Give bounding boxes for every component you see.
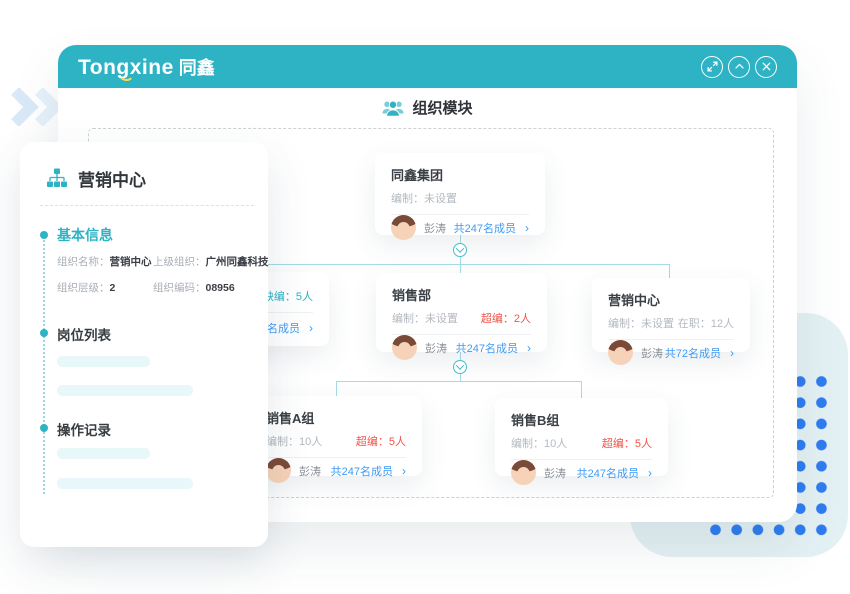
quota-label: 编制：10人 [511,435,567,451]
status-badge: 超编：2人 [481,310,531,326]
avatar [511,460,536,485]
dashed-divider [40,205,254,206]
info-field: 组织名称：营销中心 [57,254,153,269]
placeholder-bar [57,356,150,367]
quota-label: 编制：10人 [266,433,322,449]
members-link[interactable]: 共247名成员 › [331,463,406,479]
window-controls [701,56,777,78]
expand-button[interactable] [701,56,723,78]
brand-logo: Tongxine 同鑫 [78,54,215,80]
decor-chevrons-icon [10,88,60,126]
chevron-right-icon: › [309,322,313,334]
status-badge: 超编：5人 [602,435,652,451]
dotted-guide-line [43,240,45,494]
info-field: 组织编码：08956 [153,280,257,295]
close-button[interactable] [755,56,777,78]
expand-icon [707,61,718,72]
org-tree-icon [46,168,68,189]
chevron-right-icon: › [730,347,734,359]
bullet-icon [40,329,48,337]
member-name: 彭涛 [424,220,446,236]
tree-toggle-node[interactable] [453,360,467,374]
close-icon [761,61,772,72]
section-heading-basic: 基本信息 [57,225,113,245]
members-link[interactable]: 共247名成员 › [456,340,531,356]
page-title: 组织模块 [412,97,472,118]
chevron-right-icon: › [402,465,406,477]
collapse-button[interactable] [728,56,750,78]
org-card-group[interactable]: 同鑫集团 编制：未设置 彭涛 共247名成员 › [375,153,545,235]
status-badge: 超编：5人 [356,433,406,449]
team-icon [382,98,404,117]
panel-title: 营销中心 [78,166,146,191]
member-name: 彭涛 [299,463,321,479]
module-title-bar: 组织模块 [58,97,797,118]
connector-line [336,381,337,397]
connector-line [669,264,670,279]
chevron-up-icon [734,61,745,72]
connector-line [336,381,582,382]
placeholder-bar [57,478,193,489]
chevron-right-icon: › [525,222,529,234]
card-title: 销售A组 [266,408,406,427]
bullet-icon [40,231,48,239]
card-title: 销售部 [392,285,531,304]
logo-smile-icon [119,68,134,81]
quota-label: 编制：未设置 [391,190,457,206]
card-title: 营销中心 [608,290,734,309]
connector-line [255,264,670,265]
info-field: 组织层级：2 [57,280,153,295]
card-title: 同鑫集团 [391,165,529,184]
chevron-right-icon: › [527,342,531,354]
org-card-sales-a[interactable]: 销售A组 编制：10人 超编：5人 彭涛 共247名成员 › [250,396,422,476]
section-heading-logs: 操作记录 [57,419,111,439]
members-link[interactable]: 共72名成员 › [665,345,734,361]
tree-toggle-node[interactable] [453,243,467,257]
info-field: 上级组织：广州同鑫科技 [153,254,269,269]
status-badge: 在职：12人 [678,315,734,331]
connector-line [581,381,582,399]
org-card-marketing-center[interactable]: 营销中心 编制：未设置 在职：12人 彭涛 共72名成员 › [592,278,750,352]
org-card-sales-dept[interactable]: 销售部 编制：未设置 超编：2人 彭涛 共247名成员 › [376,273,547,352]
member-name: 彭涛 [425,340,447,356]
chevron-down-icon [456,244,464,252]
chevron-right-icon: › [648,467,652,479]
members-link[interactable]: 共247名成员 › [454,220,529,236]
member-name: 彭涛 [544,465,566,481]
brand-logo-cn: 同鑫 [179,54,215,80]
avatar [392,335,417,360]
window-header: Tongxine 同鑫 [58,45,797,88]
member-name: 彭涛 [641,345,663,361]
avatar [608,340,633,365]
quota-label: 编制：未设置 [392,310,458,326]
card-title: 销售B组 [511,410,652,429]
members-link[interactable]: 共247名成员 › [577,465,652,481]
placeholder-bar [57,385,193,396]
quota-label: 编制：未设置 [608,315,674,331]
status-badge: 缺编：5人 [263,288,313,304]
placeholder-bar [57,448,150,459]
chevron-down-icon [456,361,464,369]
avatar [266,458,291,483]
org-card-sales-b[interactable]: 销售B组 编制：10人 超编：5人 彭涛 共247名成员 › [495,398,668,476]
section-heading-positions: 岗位列表 [57,324,111,344]
detail-panel: 营销中心 基本信息 组织名称：营销中心 上级组织：广州同鑫科技 组织层级：2 组… [20,142,268,547]
bullet-icon [40,424,48,432]
avatar [391,215,416,240]
